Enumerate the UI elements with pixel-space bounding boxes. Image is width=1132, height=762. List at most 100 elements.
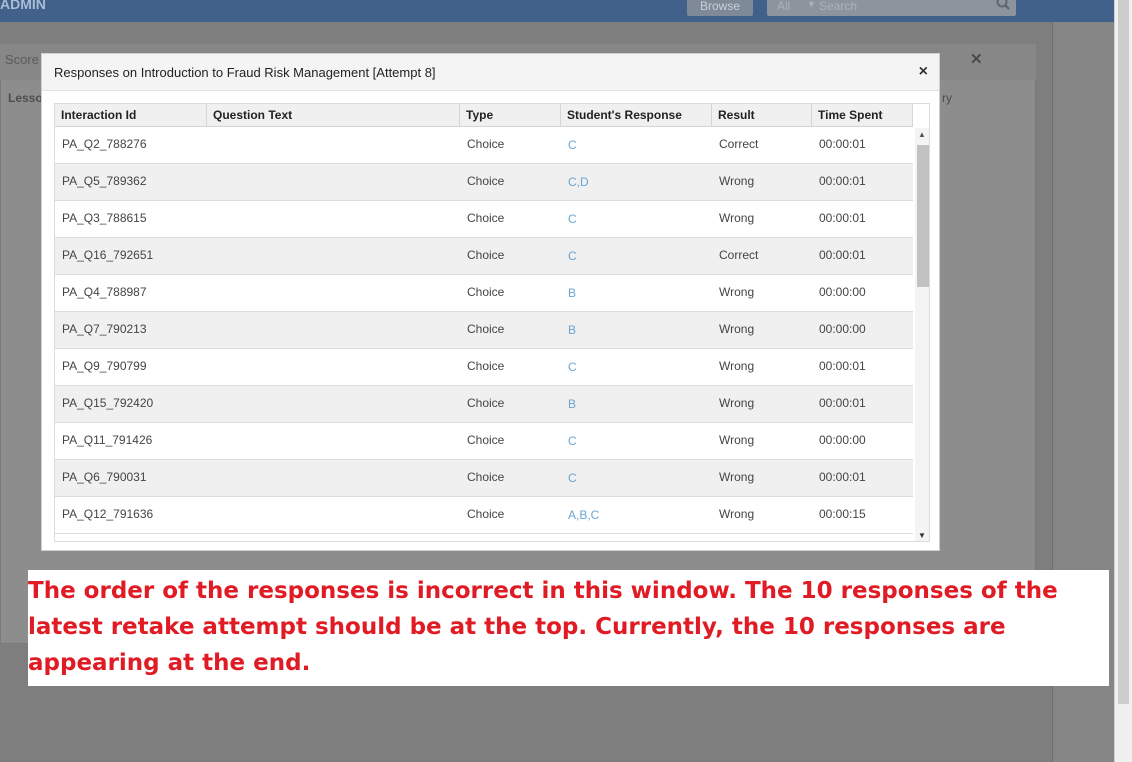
cell-type: Choice (467, 248, 505, 262)
close-button[interactable]: × (919, 63, 928, 81)
table-row[interactable]: PA_Q12_791636 Choice A,B,C Wrong 00:00:15 (55, 497, 913, 534)
cell-type: Choice (467, 470, 505, 484)
cell-question-text (207, 201, 214, 237)
cell-student-response: C,D (568, 175, 589, 189)
app-brand: ADMIN (0, 0, 46, 12)
top-navigation-bar: ADMIN Browse All ▼ Search (0, 0, 1114, 22)
table-row[interactable]: PA_Q16_792651 Choice C Correct 00:00:01 (55, 238, 913, 275)
table-row[interactable]: PA_Q2_788276 Choice C Correct 00:00:01 (55, 127, 913, 164)
cell-student-response: C (568, 471, 577, 485)
cell-type: Choice (467, 507, 505, 521)
table-body: PA_Q2_788276 Choice C Correct 00:00:01 PA_Q5_… (55, 127, 913, 541)
table-header: Interaction Id Question Text Type Studen… (55, 104, 913, 127)
cell-type: Choice (467, 174, 505, 188)
cell-type: Choice (467, 137, 505, 151)
cell-interaction-id: PA_Q5_789362 (62, 174, 147, 188)
cell-question-text (207, 497, 214, 533)
cell-question-text (207, 349, 214, 385)
responses-dialog: Responses on Introduction to Fraud Risk … (41, 53, 940, 551)
column-header-result[interactable]: Result (712, 104, 812, 127)
cell-interaction-id: PA_Q7_790213 (62, 322, 147, 336)
cell-interaction-id: PA_Q4_788987 (62, 285, 147, 299)
search-scope-select[interactable]: All (777, 0, 790, 13)
cell-type: Choice (467, 211, 505, 225)
cell-time-spent: 00:00:01 (819, 211, 866, 225)
cell-type: Choice (467, 285, 505, 299)
responses-table: Interaction Id Question Text Type Studen… (54, 103, 930, 542)
cell-time-spent: 00:00:01 (819, 470, 866, 484)
cell-time-spent: 00:00:01 (819, 137, 866, 151)
table-row[interactable]: PA_Q6_790031 Choice C Wrong 00:00:01 (55, 460, 913, 497)
table-scrollbar-thumb[interactable] (917, 145, 929, 287)
chevron-down-icon: ▼ (807, 0, 816, 9)
table-row[interactable]: PA_Q5_789362 Choice C,D Wrong 00:00:01 (55, 164, 913, 201)
table-scrollbar[interactable]: ▲ ▼ (915, 128, 929, 541)
cell-interaction-id: PA_Q16_792651 (62, 248, 154, 262)
cell-time-spent: 00:00:01 (819, 174, 866, 188)
table-row[interactable]: PA_Q4_788987 Choice B Wrong 00:00:00 (55, 275, 913, 312)
cell-interaction-id: PA_Q6_790031 (62, 470, 147, 484)
search-input[interactable]: Search (819, 0, 857, 13)
cell-time-spent: 00:00:01 (819, 396, 866, 410)
cell-interaction-id: PA_Q2_788276 (62, 137, 147, 151)
cell-question-text (207, 312, 214, 348)
cell-student-response: B (568, 397, 577, 411)
cell-result: Wrong (719, 470, 755, 484)
cell-time-spent: 00:00:01 (819, 359, 866, 373)
annotation-text: The order of the responses is incorrect … (28, 578, 1058, 676)
cell-question-text (207, 423, 214, 459)
column-header-interaction-id[interactable]: Interaction Id (55, 104, 207, 127)
cell-question-text (207, 164, 214, 200)
scores-panel-column-right: ry (942, 91, 952, 105)
column-header-student-response[interactable]: Student's Response (561, 104, 712, 127)
annotation-box: The order of the responses is incorrect … (28, 570, 1109, 686)
search-box[interactable]: All ▼ Search (767, 0, 1016, 16)
cell-student-response: A,B,C (568, 508, 600, 522)
page-scrollbar[interactable] (1114, 0, 1132, 762)
cell-result: Wrong (719, 433, 755, 447)
table-row[interactable]: PA_Q7_790213 Choice B Wrong 00:00:00 (55, 312, 913, 349)
cell-student-response: C (568, 212, 577, 226)
cell-result: Wrong (719, 322, 755, 336)
browse-button[interactable]: Browse (687, 0, 753, 16)
scroll-up-icon[interactable]: ▲ (918, 130, 926, 139)
cell-time-spent: 00:00:15 (819, 507, 866, 521)
cell-time-spent: 00:00:00 (819, 285, 866, 299)
cell-result: Wrong (719, 507, 755, 521)
cell-result: Wrong (719, 396, 755, 410)
cell-student-response: C (568, 434, 577, 448)
cell-question-text (207, 238, 214, 274)
cell-result: Correct (719, 137, 759, 151)
cell-result: Wrong (719, 359, 755, 373)
cell-student-response: C (568, 360, 577, 374)
scores-panel-column: Lesso (8, 91, 43, 105)
cell-type: Choice (467, 433, 505, 447)
column-header-question-text[interactable]: Question Text (207, 104, 460, 127)
cell-result: Correct (719, 248, 759, 262)
search-icon[interactable] (996, 0, 1010, 10)
cell-result: Wrong (719, 285, 755, 299)
cell-result: Wrong (719, 174, 755, 188)
table-row[interactable]: PA_Q9_790799 Choice C Wrong 00:00:01 (55, 349, 913, 386)
cell-question-text (207, 386, 214, 422)
scroll-down-icon[interactable]: ▼ (918, 531, 926, 540)
column-header-time-spent[interactable]: Time Spent (812, 104, 913, 127)
cell-type: Choice (467, 322, 505, 336)
dialog-header: Responses on Introduction to Fraud Risk … (42, 54, 939, 91)
cell-interaction-id: PA_Q12_791636 (62, 507, 154, 521)
page-scrollbar-thumb[interactable] (1118, 0, 1129, 704)
cell-student-response: B (568, 286, 577, 300)
column-header-type[interactable]: Type (460, 104, 561, 127)
cell-student-response: C (568, 138, 577, 152)
dialog-title: Responses on Introduction to Fraud Risk … (54, 65, 436, 80)
scores-panel-title: Score (5, 52, 39, 67)
cell-type: Choice (467, 396, 505, 410)
cell-time-spent: 00:00:01 (819, 248, 866, 262)
close-icon: ✕ (970, 51, 983, 68)
table-row[interactable]: PA_Q15_792420 Choice B Wrong 00:00:01 (55, 386, 913, 423)
table-row[interactable]: PA_Q3_788615 Choice C Wrong 00:00:01 (55, 201, 913, 238)
table-row[interactable]: PA_Q11_791426 Choice C Wrong 00:00:00 (55, 423, 913, 460)
cell-time-spent: 00:00:00 (819, 322, 866, 336)
cell-student-response: B (568, 323, 577, 337)
cell-student-response: C (568, 249, 577, 263)
